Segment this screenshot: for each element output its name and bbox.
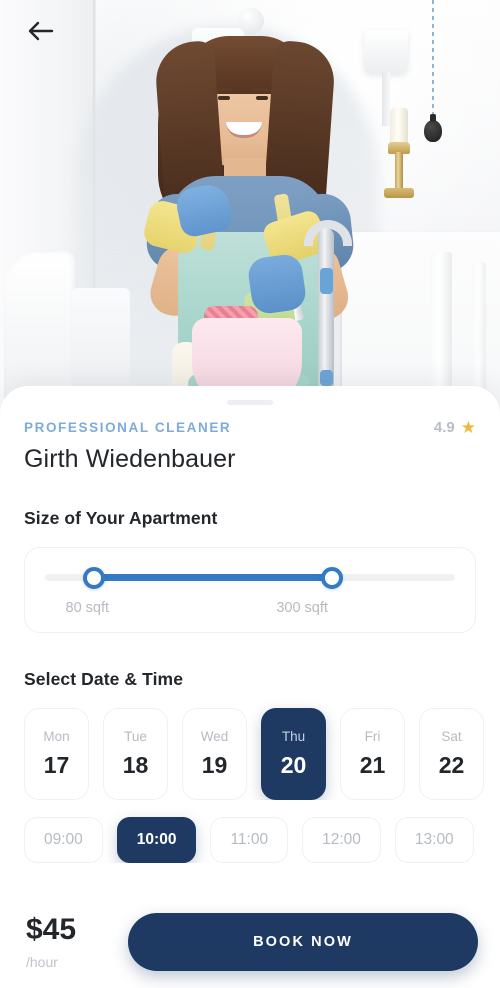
datetime-section-title: Select Date & Time [24, 669, 184, 689]
date-day: 22 [438, 752, 465, 778]
price-unit: /hour [26, 953, 58, 970]
page-title: Girth Wiedenbauer [24, 445, 236, 473]
price-amount: $45 [26, 912, 77, 946]
date-card[interactable]: Wed 19 [182, 708, 247, 800]
time-chip[interactable]: 11:00 [210, 817, 289, 863]
profile-role-label: PROFESSIONAL CLEANER [24, 420, 232, 435]
date-weekday: Tue [124, 729, 147, 744]
candle-holder-stem [395, 152, 403, 192]
time-picker-strip[interactable]: 09:00 10:00 11:00 12:00 13:00 [0, 800, 500, 863]
booking-bar: $45 /hour BOOK NOW [0, 896, 500, 988]
rating-value: 4.9 [433, 419, 455, 436]
blue-glove-right [246, 252, 308, 316]
rating: 4.9 ★ [434, 419, 476, 436]
slider-max-label: 300 sqft [276, 600, 328, 616]
time-chip-selected[interactable]: 10:00 [116, 817, 197, 863]
candle [390, 108, 408, 146]
candle-holder-base [384, 188, 414, 198]
slider-handle-min[interactable] [83, 566, 106, 589]
date-card[interactable]: Sat 22 [419, 708, 484, 800]
time-chip[interactable]: 09:00 [24, 817, 103, 863]
date-day: 18 [122, 752, 149, 778]
sconce-arm [382, 72, 390, 126]
date-weekday: Mon [43, 729, 70, 744]
time-chip[interactable]: 12:00 [302, 817, 381, 863]
date-day: 21 [359, 752, 386, 778]
cleaner-figure [120, 18, 382, 420]
date-card[interactable]: Mon 17 [24, 708, 89, 800]
profile-header: PROFESSIONAL CLEANER 4.9 ★ [0, 405, 500, 436]
date-card-selected[interactable]: Thu 20 [261, 708, 326, 800]
slider-handle-max[interactable] [321, 566, 343, 589]
arrow-left-icon [28, 21, 54, 41]
date-day: 17 [43, 752, 70, 778]
back-button[interactable] [18, 8, 64, 54]
star-icon: ★ [460, 418, 476, 437]
slider-active-range [94, 574, 332, 581]
slider-track[interactable] [45, 566, 455, 589]
slider-labels: 80 sqft 300 sqft [45, 600, 455, 616]
date-picker-strip[interactable]: Mon 17 Tue 18 Wed 19 Thu 20 Fri 21 Sat 2… [0, 690, 500, 800]
eye-left [218, 96, 230, 100]
date-weekday: Wed [200, 729, 229, 744]
booking-screen: PROFESSIONAL CLEANER 4.9 ★ Girth Wiedenb… [0, 0, 500, 988]
size-section-title: Size of Your Apartment [24, 508, 218, 528]
apartment-size-slider[interactable]: 80 sqft 300 sqft [24, 547, 476, 633]
date-card[interactable]: Fri 21 [340, 708, 405, 800]
pull-cord-knob [424, 114, 442, 142]
slider-min-label: 80 sqft [65, 600, 110, 616]
vacuum-accent-lower [320, 370, 333, 386]
book-now-button[interactable]: BOOK NOW [128, 913, 478, 971]
date-day: 20 [280, 752, 307, 778]
date-weekday: Sat [441, 729, 462, 744]
date-weekday: Fri [364, 729, 381, 744]
date-weekday: Thu [281, 729, 306, 744]
price-block: $45 /hour [26, 912, 106, 970]
date-day: 19 [201, 752, 228, 778]
pull-cord [432, 0, 434, 124]
eye-right [256, 96, 268, 100]
vacuum-accent-upper [320, 268, 333, 294]
date-card[interactable]: Tue 18 [103, 708, 168, 800]
time-chip[interactable]: 13:00 [394, 817, 474, 863]
hero-image [0, 0, 500, 420]
